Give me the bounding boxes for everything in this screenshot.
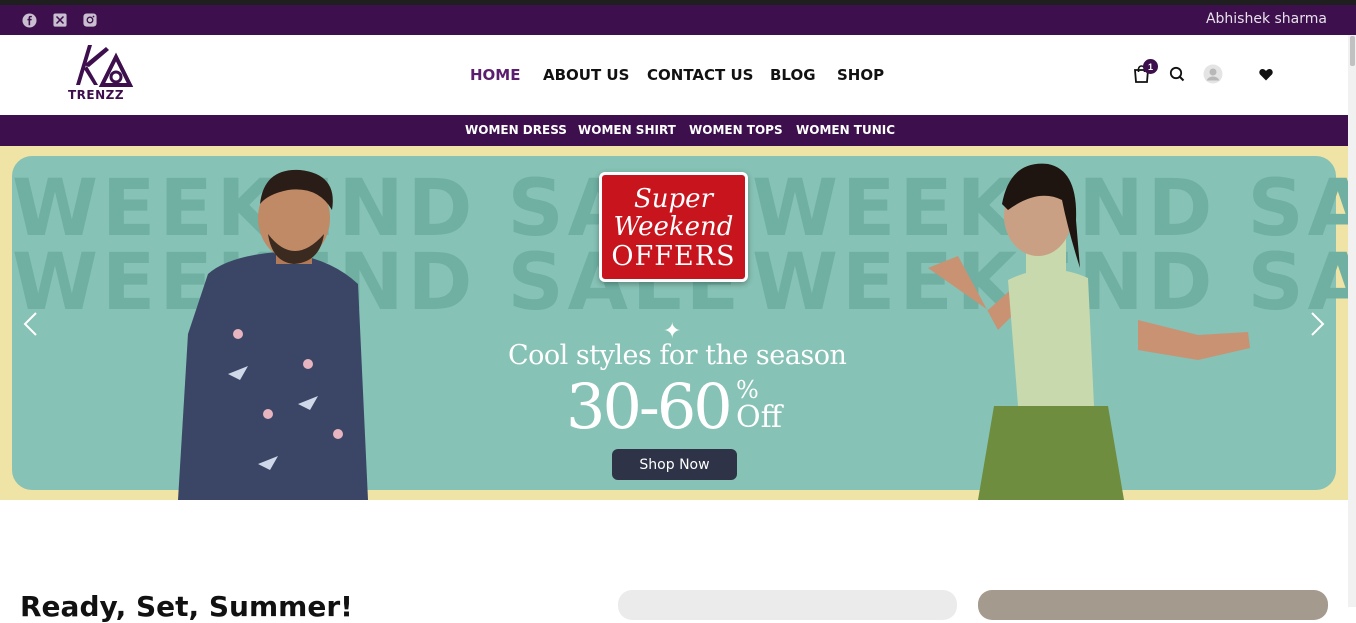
nav-shop[interactable]: SHOP bbox=[837, 66, 884, 84]
hero-percent: % bbox=[736, 376, 759, 404]
super-weekend-offers-badge: Super Weekend OFFERS bbox=[599, 172, 748, 282]
nav-contact-us[interactable]: CONTACT US bbox=[647, 66, 753, 84]
slider-prev-arrow[interactable] bbox=[18, 309, 42, 339]
offer-line-2: Weekend bbox=[613, 212, 734, 242]
category-women-shirt[interactable]: WOMEN SHIRT bbox=[578, 123, 676, 137]
logo-text: TRENZZ bbox=[68, 88, 125, 102]
female-model-image bbox=[928, 163, 1250, 500]
category-women-dress[interactable]: WOMEN DRESS bbox=[465, 123, 567, 137]
offer-line-1: Super bbox=[633, 184, 713, 214]
slider-next-arrow[interactable] bbox=[1306, 309, 1330, 339]
x-icon[interactable] bbox=[52, 12, 68, 28]
user-name[interactable]: Abhishek sharma bbox=[1206, 11, 1327, 27]
scrollbar-thumb[interactable] bbox=[1350, 36, 1355, 66]
hero-off: Off bbox=[736, 400, 782, 435]
nav-blog[interactable]: BLOG bbox=[770, 66, 816, 84]
search-icon[interactable] bbox=[1168, 65, 1186, 83]
category-women-tops[interactable]: WOMEN TOPS bbox=[689, 123, 783, 137]
category-bar: WOMEN DRESS WOMEN SHIRT WOMEN TOPS WOMEN… bbox=[0, 115, 1348, 146]
wishlist-heart-icon[interactable] bbox=[1258, 67, 1273, 82]
facebook-icon[interactable] bbox=[21, 12, 37, 28]
shop-now-button[interactable]: Shop Now bbox=[612, 449, 737, 480]
instagram-icon[interactable] bbox=[82, 12, 98, 28]
nav-home[interactable]: HOME bbox=[470, 66, 520, 84]
male-model-image bbox=[178, 169, 368, 500]
top-bar: Abhishek sharma bbox=[0, 5, 1356, 35]
site-header: TRENZZ HOME ABOUT US CONTACT US BLOG SHO… bbox=[0, 35, 1348, 115]
nav-about-us[interactable]: ABOUT US bbox=[543, 66, 629, 84]
hero-tagline: Cool styles for the season bbox=[508, 340, 847, 371]
product-card[interactable] bbox=[618, 590, 957, 620]
product-card[interactable] bbox=[978, 590, 1328, 620]
page-scrollbar[interactable] bbox=[1348, 35, 1356, 607]
offer-line-3: OFFERS bbox=[611, 241, 736, 272]
cart-count-badge: 1 bbox=[1143, 59, 1158, 74]
hero-discount: 30-60 bbox=[566, 370, 733, 443]
category-women-tunic[interactable]: WOMEN TUNIC bbox=[796, 123, 895, 137]
account-avatar-icon[interactable] bbox=[1203, 64, 1223, 84]
